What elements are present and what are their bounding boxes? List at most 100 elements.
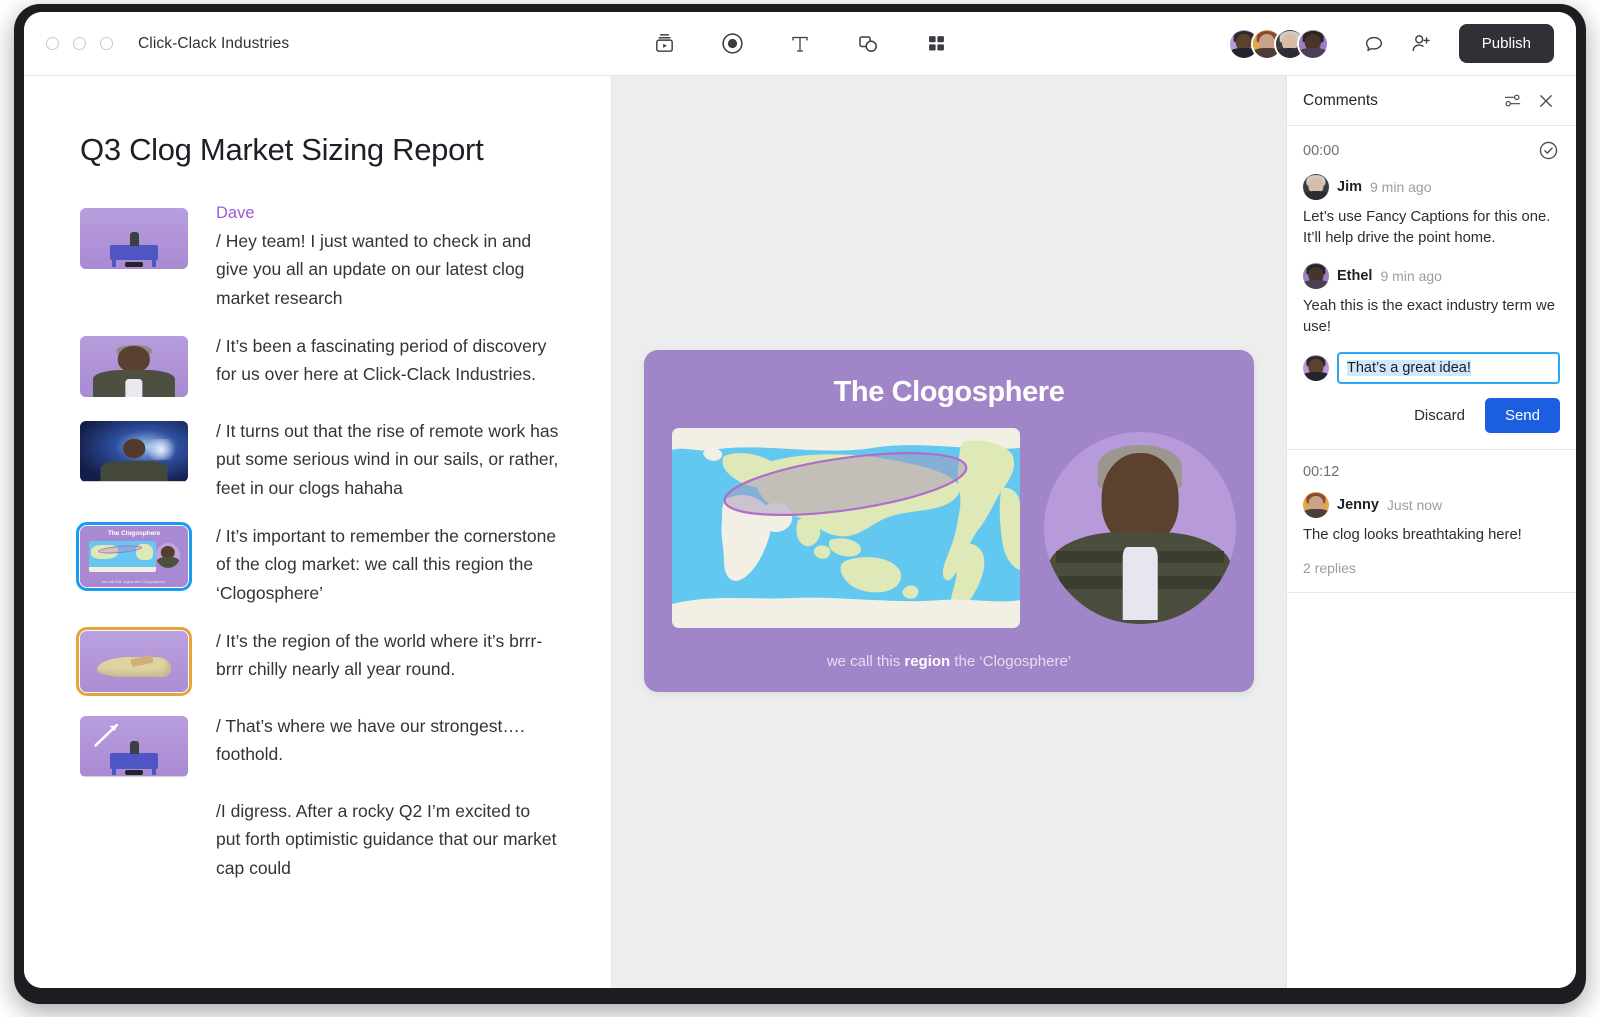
header-right-tools: Publish <box>1227 24 1576 63</box>
thumbnail-column: The Clogosphere we call this region the … <box>76 522 192 592</box>
comments-panel: Comments 00:00 Jim 9 min ago Let’s use F… <box>1286 76 1576 988</box>
transcript-text: / Hey team! I just wanted to check in an… <box>216 231 532 308</box>
transcript-row[interactable]: The Clogosphere we call this region the … <box>76 522 559 607</box>
world-map-svg <box>672 428 1020 628</box>
speaker-label: Dave <box>216 204 255 222</box>
title-bar: Click-Clack Industries Publish <box>24 12 1576 76</box>
thumbnail-slide-caption: we call this region the 'Clogosphere' <box>102 579 166 585</box>
comment-time: 9 min ago <box>1370 179 1432 195</box>
maximize-window-button[interactable] <box>100 37 113 50</box>
thread-replies-link[interactable]: 2 replies <box>1303 560 1560 576</box>
transcript-pane[interactable]: Q3 Clog Market Sizing Report Dave / Hey … <box>24 76 612 988</box>
shapes-icon[interactable] <box>851 27 885 61</box>
comment-author: Jim <box>1337 179 1362 195</box>
avatar <box>1303 355 1329 381</box>
transcript-text: / It’s been a fascinating period of disc… <box>216 336 547 385</box>
scene-thumbnail[interactable] <box>80 208 188 269</box>
transcript-text: / That’s where we have our strongest…. f… <box>216 716 525 765</box>
thumbnail-column <box>80 797 188 801</box>
send-button[interactable]: Send <box>1484 398 1560 433</box>
discard-button[interactable]: Discard <box>1404 399 1475 432</box>
comments-title: Comments <box>1303 91 1378 109</box>
scene-thumbnail-selected[interactable]: The Clogosphere we call this region the … <box>76 522 192 592</box>
caption-highlight: region <box>904 653 951 670</box>
main-content: Q3 Clog Market Sizing Report Dave / Hey … <box>24 76 1576 988</box>
transcript-row[interactable]: / It turns out that the rise of remote w… <box>80 417 559 502</box>
world-map[interactable] <box>672 428 1020 628</box>
comment-time: 9 min ago <box>1380 268 1442 284</box>
app-root: Click-Clack Industries Publish Q3 Clog M… <box>0 0 1600 1017</box>
thread-header: 00:00 <box>1303 140 1560 162</box>
thumbnail-column <box>80 417 188 483</box>
comment-time: Just now <box>1386 497 1443 513</box>
slide[interactable]: The Clogosphere we call this region the … <box>644 350 1254 692</box>
scene-thumbnail-selected[interactable] <box>76 627 192 697</box>
caption-prefix: we call this <box>826 653 905 670</box>
comment-thread[interactable]: 00:00 Jim 9 min ago Let’s use Fancy Capt… <box>1287 126 1576 450</box>
thumbnail-column <box>80 204 188 269</box>
transcript-row[interactable]: / That’s where we have our strongest…. f… <box>80 712 559 778</box>
presenter-photo[interactable] <box>1044 432 1236 624</box>
app-window: Click-Clack Industries Publish Q3 Clog M… <box>24 12 1576 988</box>
comment-message: Jenny Just now The clog looks breathtaki… <box>1303 492 1560 546</box>
comment-thread[interactable]: 00:12 Jenny Just now The clog looks brea… <box>1287 450 1576 593</box>
transcript-row[interactable]: / It’s been a fascinating period of disc… <box>80 332 559 398</box>
comments-header: Comments <box>1287 76 1576 126</box>
add-person-icon[interactable] <box>1403 25 1441 63</box>
close-icon[interactable] <box>1532 87 1560 115</box>
transcript-text: / It turns out that the rise of remote w… <box>216 421 559 498</box>
slide-caption: we call this region the ‘Clogosphere’ <box>644 653 1254 670</box>
check-circle-icon[interactable] <box>1538 140 1560 162</box>
collaborator-avatars[interactable] <box>1227 27 1329 60</box>
scene-thumbnail[interactable] <box>80 716 188 778</box>
speech-bubble-icon[interactable] <box>1355 25 1393 63</box>
comment-meta: Ethel 9 min ago <box>1303 263 1560 289</box>
comment-author: Jenny <box>1337 497 1379 513</box>
scene-thumbnail[interactable] <box>80 421 188 483</box>
transcript-text: /I digress. After a rocky Q2 I’m excited… <box>216 801 557 878</box>
text-icon[interactable] <box>783 27 817 61</box>
grid-icon[interactable] <box>919 27 953 61</box>
thumbnail-column <box>80 332 188 398</box>
center-toolbar <box>647 27 953 61</box>
comment-text: Let’s use Fancy Captions for this one. I… <box>1303 209 1551 246</box>
comment-text: The clog looks breathtaking here! <box>1303 527 1522 543</box>
thumbnail-column <box>76 627 192 697</box>
close-window-button[interactable] <box>46 37 59 50</box>
transcript-text: / It’s important to remember the corners… <box>216 526 557 603</box>
media-library-icon[interactable] <box>647 27 681 61</box>
caption-suffix: the ‘Clogosphere’ <box>950 653 1072 670</box>
avatar[interactable] <box>1296 27 1329 60</box>
publish-button[interactable]: Publish <box>1458 24 1554 63</box>
transcript-row[interactable]: Dave / Hey team! I just wanted to check … <box>80 204 559 312</box>
transcript-row[interactable]: /I digress. After a rocky Q2 I’m excited… <box>80 797 559 882</box>
avatar <box>1303 492 1329 518</box>
avatar <box>1303 263 1329 289</box>
comment-meta: Jim 9 min ago <box>1303 174 1560 200</box>
sliders-icon[interactable] <box>1498 87 1526 115</box>
page-title: Q3 Clog Market Sizing Report <box>80 132 484 167</box>
comment-input[interactable] <box>1337 352 1560 384</box>
slide-title: The Clogosphere <box>833 376 1065 408</box>
avatar <box>1303 174 1329 200</box>
thumbnail-column <box>80 712 188 778</box>
comment-message: Ethel 9 min ago Yeah this is the exact i… <box>1303 263 1560 338</box>
slide-content <box>644 428 1254 628</box>
comment-message: Jim 9 min ago Let’s use Fancy Captions f… <box>1303 174 1560 249</box>
comment-meta: Jenny Just now <box>1303 492 1560 518</box>
window-controls <box>46 37 113 50</box>
transcript-row[interactable]: / It’s the region of the world where it’… <box>76 627 559 697</box>
record-icon[interactable] <box>715 27 749 61</box>
comment-text: Yeah this is the exact industry term we … <box>1303 298 1555 335</box>
document-title: Click-Clack Industries <box>138 34 290 52</box>
comment-compose-row[interactable] <box>1303 352 1560 384</box>
scene-thumbnail[interactable] <box>80 336 188 398</box>
minimize-window-button[interactable] <box>73 37 86 50</box>
transcript-text: / It’s the region of the world where it’… <box>216 631 543 680</box>
slide-canvas[interactable]: The Clogosphere we call this region the … <box>612 76 1286 988</box>
thumbnail-slide-title: The Clogosphere <box>107 529 161 537</box>
thread-timestamp: 00:00 <box>1303 143 1340 159</box>
arrow-icon <box>94 723 119 747</box>
compose-actions: Discard Send <box>1303 398 1560 433</box>
thread-timestamp: 00:12 <box>1303 464 1340 480</box>
